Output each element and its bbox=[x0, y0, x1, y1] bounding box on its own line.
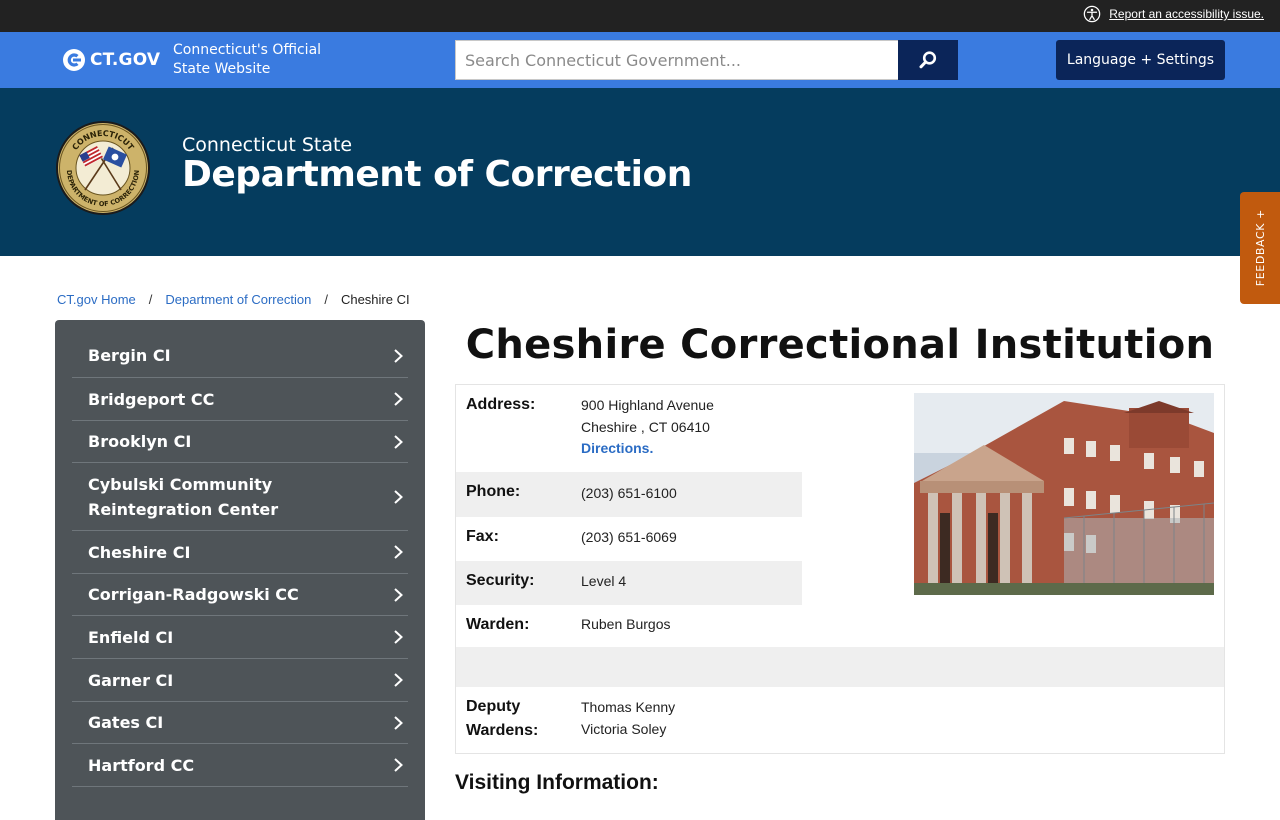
feedback-label: FEEDBACK + bbox=[1253, 209, 1267, 287]
sidebar-item-label: Gates CI bbox=[88, 713, 164, 732]
sidebar-item-bridgeport-cc[interactable]: Bridgeport CC bbox=[72, 378, 408, 421]
accessibility-report[interactable]: Report an accessibility issue. bbox=[1083, 5, 1264, 23]
ctgov-header: CT.GOV Connecticut's Official State Webs… bbox=[0, 32, 1280, 88]
address-label: Address: bbox=[466, 396, 536, 413]
sidebar-item-hartford-cc[interactable]: Hartford CC bbox=[72, 744, 408, 787]
sidebar-item-label: Hartford CC bbox=[88, 755, 195, 775]
breadcrumb-ctgov-home[interactable]: CT.gov Home bbox=[57, 292, 136, 307]
empty-row-bg bbox=[456, 647, 1224, 687]
fax-label: Fax: bbox=[466, 528, 499, 545]
breadcrumb: CT.gov Home / Department of Correction /… bbox=[57, 292, 410, 307]
utility-bar: Report an accessibility issue. bbox=[0, 0, 1280, 32]
warden-label: Warden: bbox=[466, 616, 530, 633]
facility-sidebar: Bergin CI Bridgeport CC Brooklyn CI Cybu… bbox=[55, 320, 425, 820]
breadcrumb-separator: / bbox=[148, 292, 153, 307]
agency-title[interactable]: Department of Correction bbox=[182, 154, 692, 195]
facility-info-box: Address: 900 Highland Avenue Cheshire , … bbox=[455, 384, 1225, 754]
chevron-right-icon bbox=[394, 715, 403, 730]
deputy-wardens-label-line1: Deputy bbox=[466, 698, 521, 715]
sidebar-item-label: Cybulski Community Reintegration Center bbox=[88, 474, 279, 519]
directions-link[interactable]: Directions. bbox=[581, 437, 653, 459]
sidebar-item-brooklyn-ci[interactable]: Brooklyn CI bbox=[72, 421, 408, 463]
chevron-right-icon bbox=[394, 489, 403, 504]
doc-seal-logo[interactable]: CONNECTICUT DEPARTMENT OF CORRECTION bbox=[55, 120, 151, 216]
search-form bbox=[455, 40, 958, 80]
chevron-right-icon bbox=[394, 545, 403, 559]
sidebar-item-label: Garner CI bbox=[88, 670, 174, 690]
search-button[interactable] bbox=[898, 40, 958, 80]
sidebar-item-gates-ci[interactable]: Gates CI bbox=[72, 702, 408, 744]
accessibility-icon bbox=[1083, 5, 1101, 23]
sidebar-item-corrigan-radgowski-cc[interactable]: Corrigan-Radgowski CC bbox=[72, 574, 408, 616]
address-line2: Cheshire , CT 06410 bbox=[581, 419, 710, 435]
address-line1: 900 Highland Avenue bbox=[581, 397, 714, 413]
accessibility-report-link[interactable]: Report an accessibility issue. bbox=[1109, 7, 1264, 21]
chevron-right-icon bbox=[394, 758, 403, 772]
breadcrumb-department[interactable]: Department of Correction bbox=[165, 292, 311, 307]
visiting-info-heading: Visiting Information: bbox=[455, 771, 659, 794]
phone-value: (203) 651-6100 bbox=[581, 485, 677, 501]
facility-photo bbox=[914, 393, 1214, 595]
sidebar-item-label: Bridgeport CC bbox=[88, 389, 215, 409]
ctgov-logo-text: CT.GOV bbox=[90, 50, 161, 70]
sidebar-item-enfield-ci[interactable]: Enfield CI bbox=[72, 616, 408, 659]
ctgov-logo-icon bbox=[63, 49, 85, 71]
fax-value: (203) 651-6069 bbox=[581, 529, 677, 545]
feedback-tab[interactable]: FEEDBACK + bbox=[1240, 192, 1280, 304]
deputy-warden-1: Thomas Kenny bbox=[581, 699, 676, 715]
agency-subtitle: Connecticut State bbox=[182, 134, 353, 156]
chevron-right-icon bbox=[394, 434, 403, 449]
sidebar-item-label: Brooklyn CI bbox=[88, 432, 192, 451]
sidebar-item-bergin-ci[interactable]: Bergin CI bbox=[72, 334, 408, 378]
sidebar-item-cybulski-crc[interactable]: Cybulski Community Reintegration Center bbox=[72, 463, 408, 531]
warden-value: Ruben Burgos bbox=[581, 616, 671, 632]
chevron-right-icon bbox=[394, 348, 403, 363]
sidebar-item-label: Corrigan-Radgowski CC bbox=[88, 585, 299, 604]
ctgov-tagline: Connecticut's Official State Website bbox=[173, 42, 322, 77]
chevron-right-icon bbox=[394, 630, 403, 644]
sidebar-item-label: Bergin CI bbox=[88, 346, 171, 365]
agency-banner: CONNECTICUT DEPARTMENT OF CORRECTION Con… bbox=[0, 88, 1280, 256]
sidebar-item-label: Enfield CI bbox=[88, 627, 174, 647]
search-icon bbox=[919, 51, 937, 69]
chevron-right-icon bbox=[394, 673, 403, 687]
security-label: Security: bbox=[466, 572, 535, 589]
phone-label: Phone: bbox=[466, 483, 521, 500]
language-settings-button[interactable]: Language + Settings bbox=[1056, 40, 1225, 80]
sidebar-item-label: Cheshire CI bbox=[88, 542, 191, 562]
page-title: Cheshire Correctional Institution bbox=[465, 322, 1215, 368]
search-input[interactable] bbox=[455, 40, 898, 80]
deputy-warden-2: Victoria Soley bbox=[581, 721, 667, 737]
chevron-right-icon bbox=[394, 392, 403, 406]
sidebar-item-garner-ci[interactable]: Garner CI bbox=[72, 659, 408, 702]
ctgov-logo[interactable]: CT.GOV bbox=[62, 48, 160, 72]
security-value: Level 4 bbox=[581, 573, 627, 589]
deputy-wardens-label-line2: Wardens: bbox=[466, 722, 539, 739]
sidebar-item-cheshire-ci[interactable]: Cheshire CI bbox=[72, 531, 408, 574]
breadcrumb-separator: / bbox=[324, 292, 328, 307]
chevron-right-icon bbox=[394, 587, 403, 602]
breadcrumb-current: Cheshire CI bbox=[340, 292, 410, 307]
